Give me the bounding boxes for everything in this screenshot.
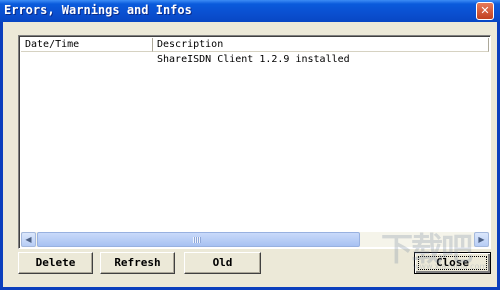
- window-title: Errors, Warnings and Infos: [4, 3, 192, 17]
- delete-button[interactable]: Delete: [18, 252, 93, 274]
- old-button[interactable]: Old: [184, 252, 261, 274]
- grip-icon: [193, 237, 201, 243]
- horizontal-scrollbar[interactable]: ◀ ▶: [21, 232, 489, 247]
- row-description: ShareISDN Client 1.2.9 installed: [157, 54, 350, 65]
- log-list[interactable]: Date/Time Description ShareISDN Client 1…: [18, 35, 491, 249]
- refresh-button[interactable]: Refresh: [100, 252, 175, 274]
- title-bar[interactable]: Errors, Warnings and Infos ✕: [0, 0, 500, 22]
- column-header-description[interactable]: Description: [153, 38, 489, 52]
- list-header: Date/Time Description: [21, 38, 489, 52]
- list-item[interactable]: ShareISDN Client 1.2.9 installed: [21, 53, 489, 66]
- close-button[interactable]: Close: [414, 252, 491, 274]
- focus-rect: [418, 256, 487, 270]
- errors-warnings-window: Errors, Warnings and Infos ✕ Date/Time D…: [0, 0, 500, 290]
- close-icon[interactable]: ✕: [476, 2, 494, 20]
- column-header-datetime[interactable]: Date/Time: [21, 38, 153, 52]
- scroll-thumb[interactable]: [37, 232, 360, 247]
- scroll-left-icon[interactable]: ◀: [21, 232, 36, 247]
- scroll-right-icon[interactable]: ▶: [474, 232, 489, 247]
